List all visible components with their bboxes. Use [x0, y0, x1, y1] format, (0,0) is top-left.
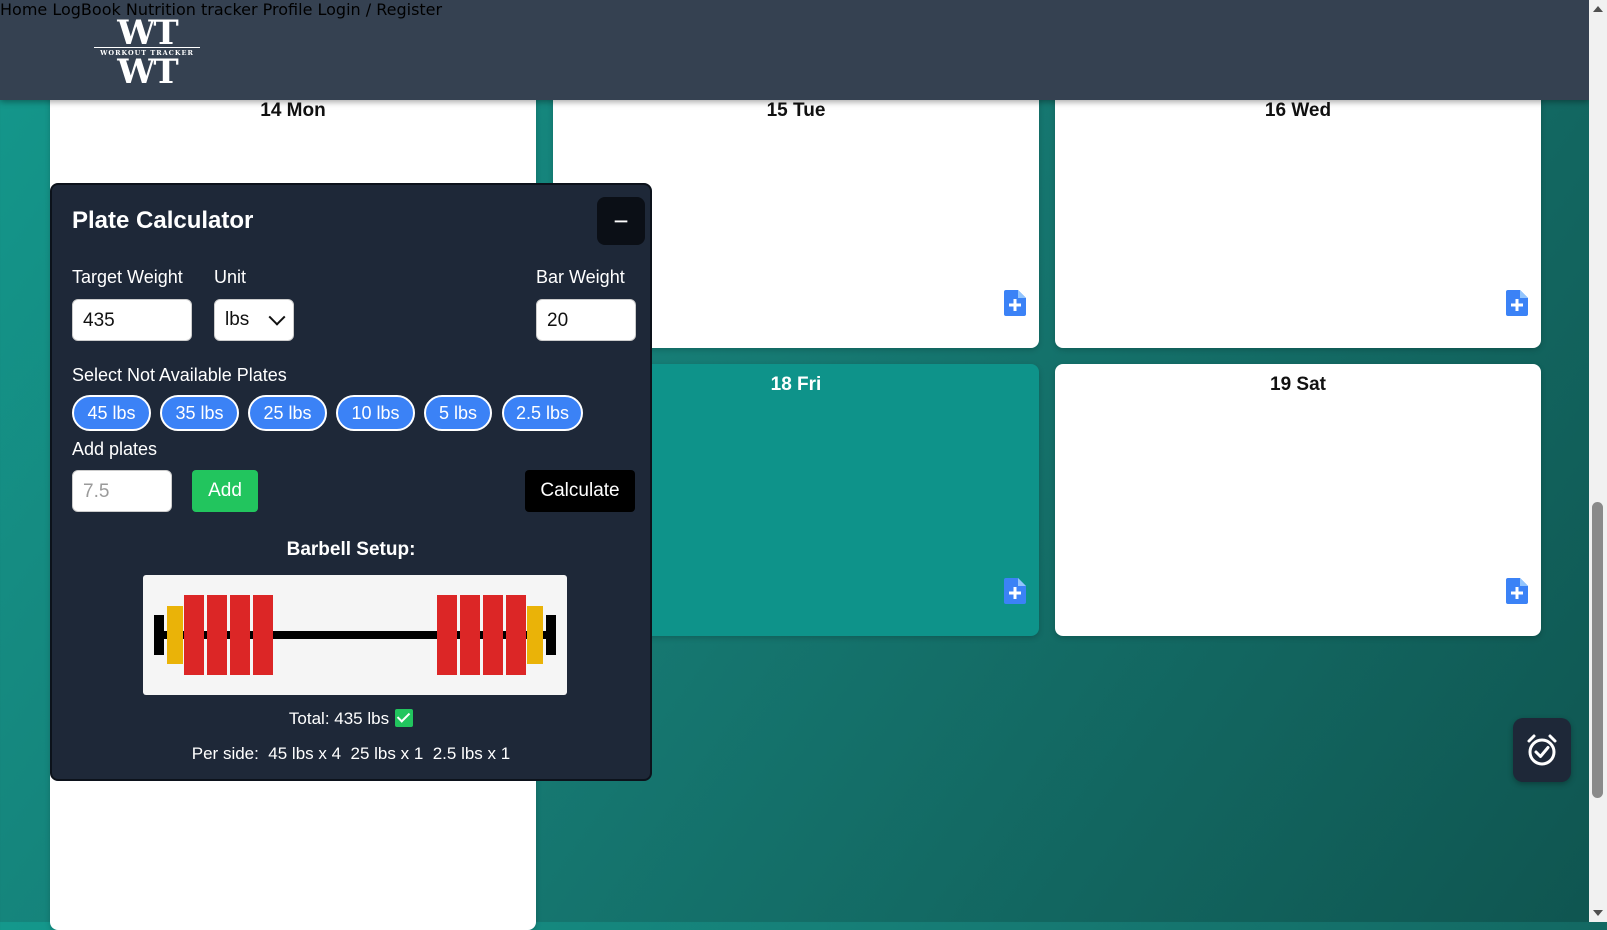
plate-45-left-1: [184, 595, 204, 675]
target-weight-input[interactable]: 435: [72, 299, 192, 341]
plate-45-right-1: [437, 595, 457, 675]
chevron-down-icon: [268, 308, 286, 326]
barbell-setup-title: Barbell Setup:: [286, 539, 416, 560]
plate-chip-45[interactable]: 45 lbs: [72, 395, 151, 431]
total-text: Total: 435 lbs: [288, 709, 390, 728]
checkmark-icon: [395, 709, 414, 727]
day-title: 19 Sat: [1270, 374, 1326, 395]
per-side-summary: Per side: 45 lbs x 4 25 lbs x 1 2.5 lbs …: [191, 744, 511, 763]
minimize-button[interactable]: −: [597, 197, 645, 245]
timer-button[interactable]: [1513, 718, 1571, 782]
add-plate-input[interactable]: 7.5: [72, 470, 172, 512]
bar-weight-input[interactable]: 20: [536, 299, 636, 341]
file-plus-icon[interactable]: [1004, 578, 1026, 604]
unit-label: Unit: [214, 267, 247, 287]
day-title: 14 Mon: [260, 100, 326, 121]
nav-login-register[interactable]: Login / Register: [318, 0, 443, 19]
plate-45-left-4: [253, 595, 273, 675]
day-title: 16 Wed: [1264, 100, 1332, 121]
file-plus-icon[interactable]: [1506, 290, 1528, 316]
unit-selected-value: lbs: [225, 309, 250, 330]
plate-45-right-4: [506, 595, 526, 675]
plate-chip-25[interactable]: 25 lbs: [248, 395, 327, 431]
day-card-16-wed: 16 Wed: [1055, 90, 1541, 348]
unit-select[interactable]: lbs: [214, 299, 294, 341]
calculate-button[interactable]: Calculate: [525, 470, 635, 512]
scroll-up-arrow-icon[interactable]: [1593, 6, 1603, 12]
file-plus-icon[interactable]: [1004, 290, 1026, 316]
workout-tracker-logo[interactable]: WT WORKOUT TRACKER WT: [88, 14, 206, 84]
target-weight-label: Target Weight: [72, 267, 183, 287]
add-plates-label: Add plates: [72, 439, 158, 459]
not-available-plates-label: Select Not Available Plates: [72, 365, 287, 385]
plate-45-left-3: [230, 595, 250, 675]
total-weight-summary: Total: 435 lbs: [52, 709, 650, 729]
scroll-down-arrow-icon[interactable]: [1593, 910, 1603, 916]
page-scrollbar[interactable]: [1589, 0, 1607, 922]
plate-chip-10[interactable]: 10 lbs: [336, 395, 415, 431]
svg-text:WT: WT: [116, 52, 178, 84]
plate-chip-5[interactable]: 5 lbs: [424, 395, 492, 431]
plate-25-left: [167, 606, 183, 664]
nav-profile[interactable]: Profile: [263, 0, 313, 19]
plate-chip-35[interactable]: 35 lbs: [160, 395, 239, 431]
plate-45-right-3: [483, 595, 503, 675]
panel-title: Plate Calculator: [72, 207, 254, 234]
plate-calculator-panel: Plate Calculator − Target Weight 435 Uni…: [50, 183, 652, 781]
add-plate-button[interactable]: Add: [192, 470, 258, 512]
plate-25-right: [527, 606, 543, 664]
day-card-19-sat: 19 Sat: [1055, 364, 1541, 636]
top-navbar: WT WORKOUT TRACKER WT Home LogBook Nutri…: [0, 0, 1589, 100]
day-title: 15 Tue: [766, 100, 826, 121]
scrollbar-thumb[interactable]: [1592, 502, 1603, 798]
barbell-diagram: [143, 575, 567, 695]
alarm-clock-check-icon: [1527, 734, 1557, 766]
barbell-collar-right: [546, 615, 556, 655]
file-plus-icon[interactable]: [1506, 578, 1528, 604]
barbell-collar-left: [154, 615, 164, 655]
plate-chip-2-5[interactable]: 2.5 lbs: [502, 395, 583, 431]
plate-45-right-2: [460, 595, 480, 675]
bar-weight-label: Bar Weight: [536, 267, 625, 287]
barbell-graphic: [154, 595, 556, 675]
nav-home[interactable]: Home: [0, 0, 47, 19]
plate-45-left-2: [207, 595, 227, 675]
